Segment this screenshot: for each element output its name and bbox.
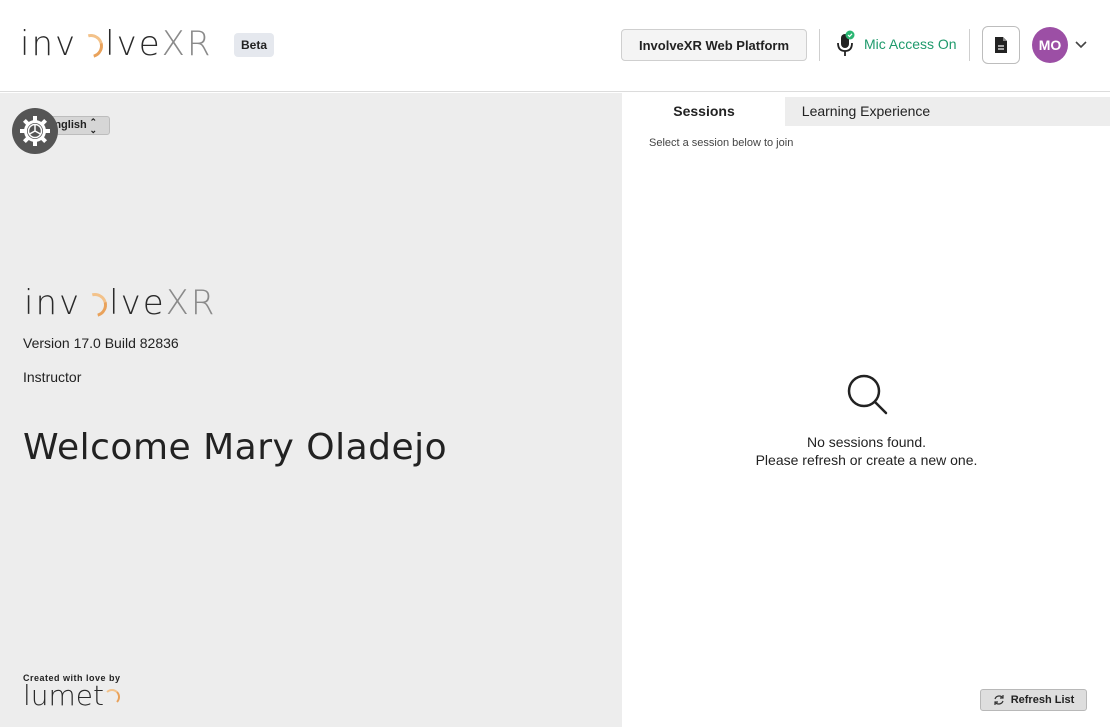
refresh-list-button[interactable]: Refresh List <box>980 689 1087 711</box>
microphone-icon[interactable] <box>835 30 855 58</box>
logo-swoosh-icon <box>74 29 108 62</box>
user-avatar[interactable]: MO <box>1032 27 1068 63</box>
beta-badge: Beta <box>234 33 275 57</box>
lumeto-text: lumet <box>23 679 105 712</box>
credit-block: Created with love by lumet <box>23 673 121 710</box>
logo-text-xr: XR <box>161 24 213 64</box>
document-icon <box>995 37 1007 53</box>
welcome-heading: Welcome Mary Oladejo <box>23 427 448 468</box>
involvexr-logo-large: inv lveXR <box>24 283 217 323</box>
lumeto-logo: lumet <box>23 682 121 710</box>
logo-text-xr: XR <box>165 283 217 323</box>
divider <box>819 29 820 61</box>
divider <box>969 29 970 61</box>
empty-message-line1: No sessions found. <box>806 434 927 450</box>
sessions-panel: Sessions Learning Experience Select a se… <box>623 97 1110 724</box>
logo-swoosh-icon <box>78 288 112 321</box>
mic-access-status[interactable]: Mic Access On <box>864 36 957 52</box>
tab-sessions[interactable]: Sessions <box>623 97 785 126</box>
welcome-panel: English ⌃ ⌄ inv lveXR Version 17.0 Build… <box>0 93 622 727</box>
logo-text-after: lve <box>109 283 166 323</box>
chevron-down-icon[interactable] <box>1074 38 1088 52</box>
search-icon <box>847 374 887 415</box>
settings-gear-button[interactable] <box>12 108 58 154</box>
logo-text-after: lve <box>105 24 162 64</box>
document-button[interactable] <box>982 26 1020 64</box>
sessions-hint: Select a session below to join <box>649 137 794 149</box>
refresh-list-label: Refresh List <box>1010 694 1075 706</box>
version-text: Version 17.0 Build 82836 <box>23 335 179 351</box>
empty-state: No sessions found. Please refresh or cre… <box>623 372 1110 469</box>
involvexr-logo: inv lveXR <box>20 24 213 64</box>
tab-bar: Sessions Learning Experience <box>623 97 1110 126</box>
top-header: inv lveXR Beta InvolveXR Web Platform Mic… <box>0 0 1110 92</box>
select-arrows-icon: ⌃ ⌄ <box>89 117 97 135</box>
settings-gear-icon <box>20 116 50 146</box>
tab-learning-experience[interactable]: Learning Experience <box>785 97 947 126</box>
web-platform-button[interactable]: InvolveXR Web Platform <box>621 29 807 61</box>
user-role: Instructor <box>23 369 82 385</box>
lumeto-swoosh-icon <box>104 689 121 705</box>
empty-message-line2: Please refresh or create a new one. <box>755 452 978 468</box>
logo-text-main: inv <box>20 24 78 64</box>
logo-text-main: inv <box>24 283 82 323</box>
refresh-icon <box>994 695 1004 705</box>
